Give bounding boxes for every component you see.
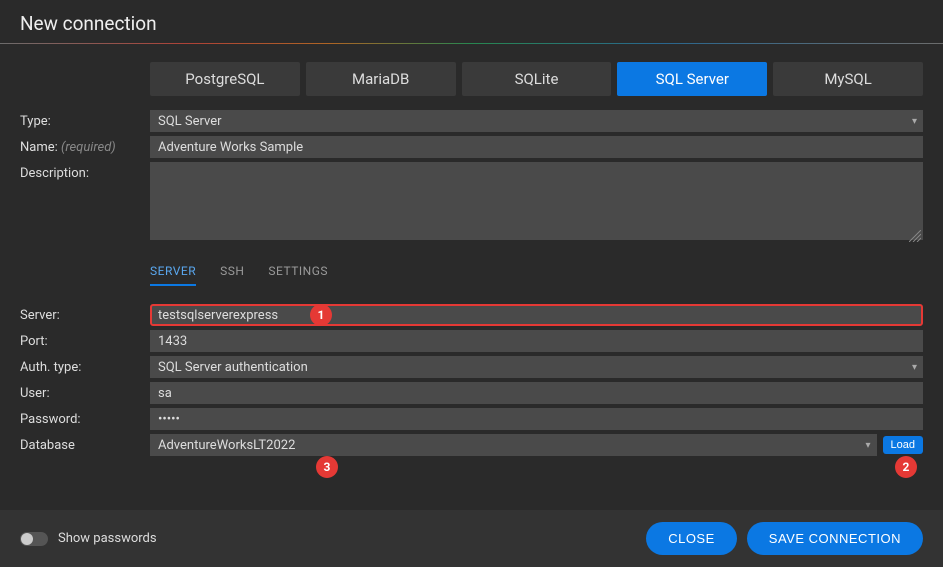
authtype-label: Auth. type: xyxy=(20,356,150,375)
description-textarea[interactable] xyxy=(150,162,923,240)
load-button[interactable]: Load xyxy=(883,436,923,454)
callout-badge-1: 1 xyxy=(310,304,332,326)
port-input[interactable] xyxy=(150,330,923,352)
user-label: User: xyxy=(20,382,150,401)
dialog-title: New connection xyxy=(0,0,943,43)
close-button[interactable]: CLOSE xyxy=(646,522,737,555)
show-passwords-toggle[interactable] xyxy=(20,532,48,546)
tab-sqlite[interactable]: SQLite xyxy=(462,62,612,96)
type-label: Type: xyxy=(20,110,150,129)
tab-mariadb[interactable]: MariaDB xyxy=(306,62,456,96)
connection-sub-tabs: SERVER SSH SETTINGS xyxy=(150,264,923,286)
subtab-server[interactable]: SERVER xyxy=(150,264,196,286)
callout-badge-2: 2 xyxy=(895,456,917,478)
tab-mysql[interactable]: MySQL xyxy=(773,62,923,96)
divider-rainbow xyxy=(0,43,943,44)
port-label: Port: xyxy=(20,330,150,349)
subtab-ssh[interactable]: SSH xyxy=(220,264,244,286)
type-value: SQL Server xyxy=(158,114,222,129)
password-label: Password: xyxy=(20,408,150,427)
tab-postgresql[interactable]: PostgreSQL xyxy=(150,62,300,96)
dialog-footer: Show passwords CLOSE SAVE CONNECTION xyxy=(0,510,943,567)
server-input[interactable] xyxy=(150,304,923,326)
name-input[interactable] xyxy=(150,136,923,158)
tab-sqlserver[interactable]: SQL Server xyxy=(617,62,767,96)
server-label: Server: xyxy=(20,304,150,323)
user-input[interactable] xyxy=(150,382,923,404)
save-connection-button[interactable]: SAVE CONNECTION xyxy=(747,522,923,555)
database-value: AdventureWorksLT2022 xyxy=(158,438,295,453)
show-passwords-label: Show passwords xyxy=(58,531,157,546)
subtab-settings[interactable]: SETTINGS xyxy=(268,264,328,286)
description-label: Description: xyxy=(20,162,150,181)
database-label: Database xyxy=(20,434,150,453)
password-input[interactable] xyxy=(150,408,923,430)
name-label: Name: (required) xyxy=(20,136,150,155)
authtype-select[interactable]: SQL Server authentication xyxy=(150,356,923,378)
callout-badge-3: 3 xyxy=(316,456,338,478)
type-select[interactable]: SQL Server xyxy=(150,110,923,132)
database-type-tabs: PostgreSQL MariaDB SQLite SQL Server MyS… xyxy=(150,62,923,96)
authtype-value: SQL Server authentication xyxy=(158,360,308,375)
database-select[interactable]: AdventureWorksLT2022 xyxy=(150,434,877,456)
name-hint: (required) xyxy=(61,140,116,155)
